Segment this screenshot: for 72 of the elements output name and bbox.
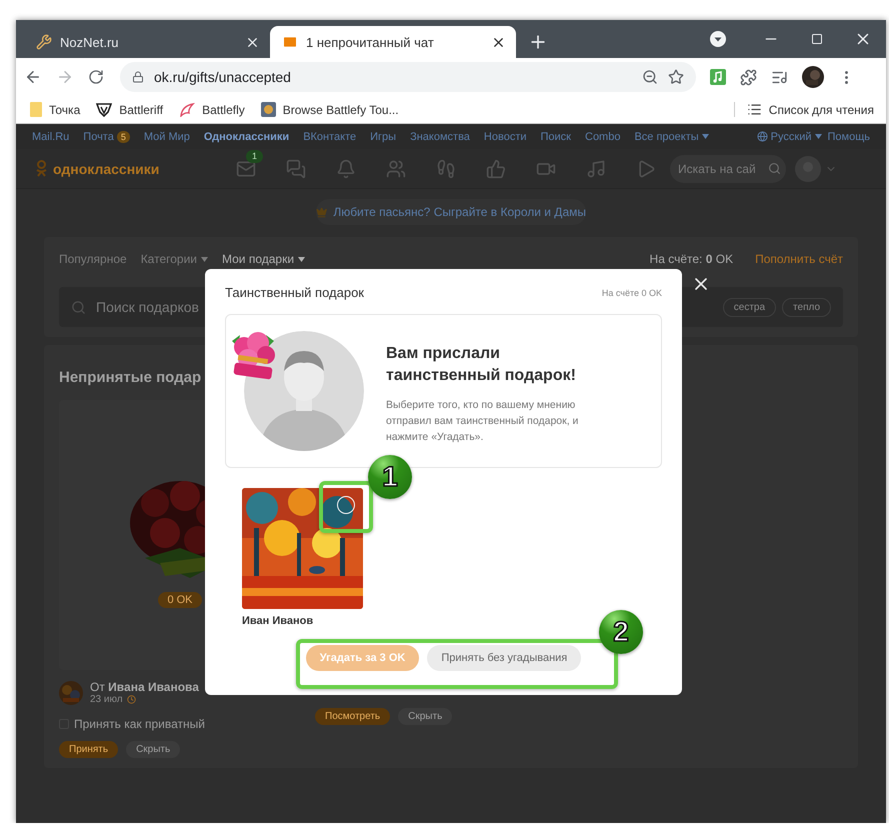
maximize-icon[interactable]: [811, 33, 823, 45]
count-badge: 1: [246, 150, 264, 162]
tag-chip[interactable]: сестра: [722, 298, 776, 316]
promo-banner[interactable]: Любите пасьянс? Сыграйте в Короли и Дамы: [316, 199, 586, 225]
site-logo[interactable]: одноклассники: [36, 160, 236, 177]
radio-button[interactable]: [337, 496, 355, 514]
star-icon[interactable]: [668, 69, 684, 85]
balance-text: На счёте: 0 OK: [650, 252, 734, 266]
count-badge: 5: [116, 130, 130, 142]
reload-icon[interactable]: [88, 69, 104, 85]
puzzle-icon[interactable]: [740, 68, 757, 86]
action-button[interactable]: Посмотреть: [315, 708, 390, 725]
portal-link[interactable]: Почта 5: [83, 130, 130, 142]
clock-icon: [126, 695, 136, 704]
logo-icon: [36, 160, 47, 177]
portal-link[interactable]: Mail.Ru: [32, 130, 70, 142]
portal-link[interactable]: Игры: [370, 130, 396, 142]
help-link[interactable]: Помощь: [828, 130, 870, 142]
accept-button[interactable]: Принять без угадывания: [427, 645, 582, 671]
browser-tab[interactable]: NozNet.ru: [24, 26, 270, 58]
globe-icon: [756, 131, 768, 142]
action-button[interactable]: Принять: [59, 741, 118, 758]
caret-icon: [814, 134, 822, 139]
modal-title: Таинственный подарок: [225, 285, 364, 300]
step-marker: 2: [599, 610, 643, 654]
section-title: Непринятые подар: [59, 369, 202, 386]
language-link[interactable]: Русский: [756, 130, 822, 142]
modal-description: Выберите того, кто по вашему мнению отправил вам таинственный подарок, и нажмите «Угадать».: [386, 398, 580, 445]
portal-link[interactable]: Поиск: [540, 130, 571, 142]
top-up-link[interactable]: Пополнить счёт: [755, 252, 843, 266]
portal-link[interactable]: Одноклассники: [204, 130, 290, 142]
thumbs-up-icon[interactable]: [486, 158, 506, 178]
portal-link[interactable]: ВКонтакте: [303, 130, 356, 142]
back-icon[interactable]: [24, 68, 42, 86]
bookmark[interactable]: Точка: [30, 102, 80, 117]
list-icon: [746, 102, 762, 117]
bookmark[interactable]: Battlefly: [179, 102, 245, 116]
sender-name: От Ивана Иванова: [90, 680, 199, 694]
address-bar[interactable]: ok.ru/gifts/unaccepted: [120, 62, 696, 92]
music-note-icon[interactable]: [710, 69, 726, 85]
gifts-tab[interactable]: Мои подарки: [222, 252, 306, 266]
gifts-tab[interactable]: Категории: [140, 252, 208, 266]
wrench-icon: [36, 34, 52, 50]
crown-icon: [316, 206, 328, 218]
gift-date: 23 июл: [90, 694, 199, 705]
reading-list[interactable]: Список для чтения: [734, 102, 886, 117]
badge-icon: [260, 102, 276, 117]
bookmark[interactable]: Battleriff: [96, 102, 164, 116]
balance-text: На счёте 0 OK: [602, 288, 662, 298]
bookmark[interactable]: Browse Battlefy Tou...: [260, 102, 399, 117]
lock-icon: [132, 71, 144, 83]
portal-link[interactable]: Мой Мир: [144, 130, 190, 142]
hide-button[interactable]: Скрыть: [398, 708, 452, 725]
tag-chip[interactable]: тепло: [782, 298, 831, 316]
wing-icon: [179, 102, 196, 116]
portal-link[interactable]: Знакомства: [410, 130, 470, 142]
step-marker: 1: [368, 455, 412, 499]
page-icon: [30, 102, 42, 117]
tab-search-icon[interactable]: [710, 31, 726, 47]
gifts-tab[interactable]: Популярное: [59, 252, 127, 266]
price-tag: 0 OK: [158, 592, 202, 608]
search-icon: [71, 300, 86, 314]
zoom-out-icon[interactable]: [642, 69, 658, 85]
portal-link[interactable]: Все проекты: [634, 130, 709, 142]
modal-heading: Вам прислали таинственный подарок!: [386, 344, 577, 386]
mask-icon: [96, 102, 112, 116]
checkbox-label: Принять как приватный: [74, 717, 205, 731]
portal-link[interactable]: Новости: [484, 130, 527, 142]
portal-link[interactable]: Combo: [585, 130, 620, 142]
hide-button[interactable]: Скрыть: [126, 741, 180, 758]
browser-tab[interactable]: 1 непрочитанный чат: [270, 26, 516, 58]
search-field[interactable]: Искать на сай: [670, 154, 786, 182]
